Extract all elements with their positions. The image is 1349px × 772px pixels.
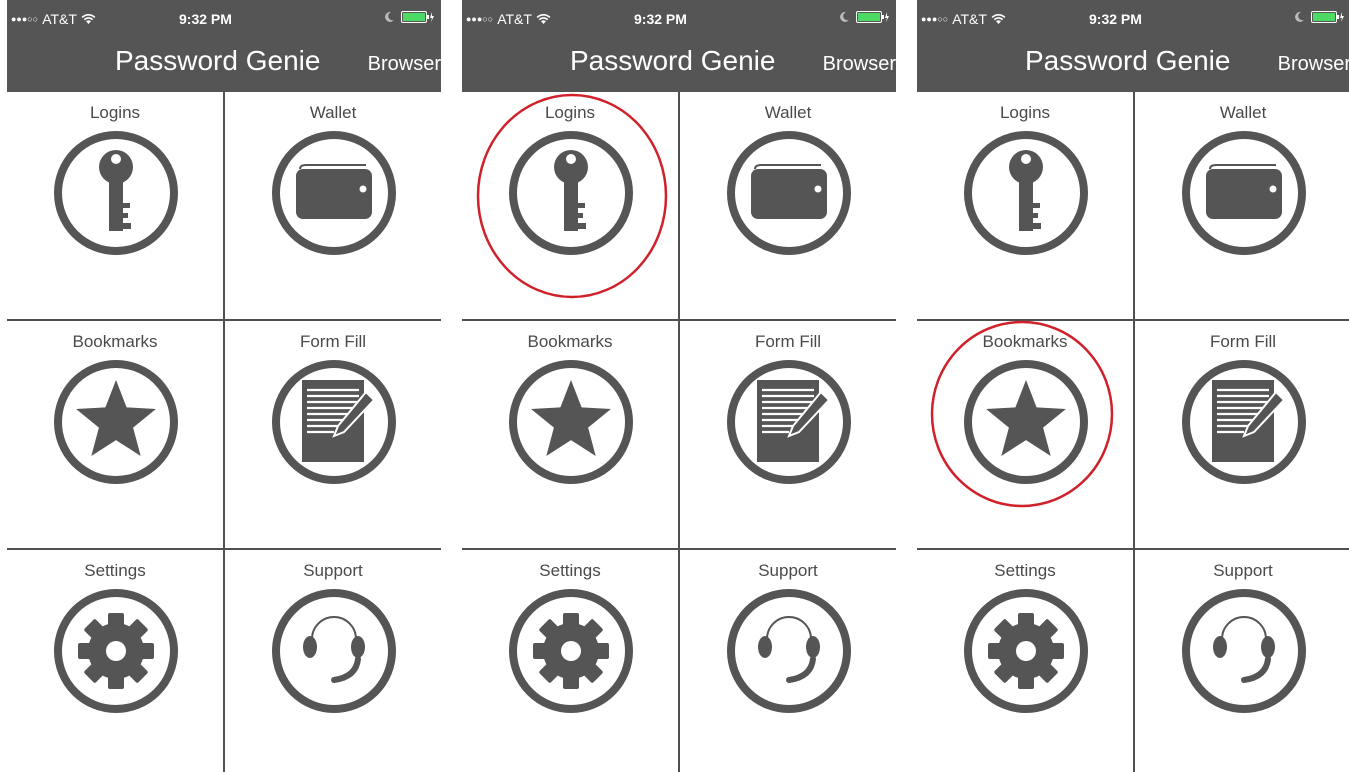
star-icon: [964, 360, 1088, 484]
menu-item-label: Settings: [994, 561, 1056, 580]
menu-item-logins[interactable]: Logins: [462, 92, 678, 319]
grid-divider: [1133, 92, 1135, 772]
key-icon: [54, 131, 178, 255]
wallet-icon: [1182, 131, 1306, 255]
status-time: 9:32 PM: [634, 11, 687, 27]
menu-item-label: Settings: [539, 561, 601, 580]
menu-item-form-fill[interactable]: Form Fill: [225, 321, 441, 548]
star-icon: [54, 360, 178, 484]
gear-icon: [54, 589, 178, 713]
menu-item-label: Wallet: [764, 103, 812, 122]
status-time: 9:32 PM: [1089, 11, 1142, 27]
grid-divider: [7, 319, 441, 321]
app-title: Password Genie: [115, 45, 321, 76]
menu-item-bookmarks[interactable]: Bookmarks: [7, 321, 223, 548]
status-time: 9:32 PM: [179, 11, 232, 27]
carrier-name: AT&T: [952, 11, 987, 27]
menu-item-wallet[interactable]: Wallet: [680, 92, 896, 319]
gear-icon: [964, 589, 1088, 713]
signal-strength-icon: ●●●○○: [466, 14, 494, 24]
form-fill-icon: [1182, 360, 1306, 484]
battery-charging-icon: [856, 11, 889, 23]
nav-bar: ●●●○○ AT&T 9:32 PM Password Genie Browse…: [7, 0, 441, 92]
menu-item-label: Form Fill: [754, 332, 822, 351]
phone-screen-3: ●●●○○ AT&T 9:32 PM Password Genie Browse…: [917, 0, 1349, 772]
menu-item-bookmarks[interactable]: Bookmarks: [462, 321, 678, 548]
menu-item-label: Bookmarks: [527, 332, 613, 351]
headset-icon: [727, 589, 851, 713]
menu-item-label: Logins: [89, 103, 141, 122]
form-fill-icon: [727, 360, 851, 484]
app-title: Password Genie: [1025, 45, 1231, 76]
menu-item-settings[interactable]: Settings: [917, 550, 1133, 772]
moon-icon: [385, 11, 394, 22]
menu-item-label: Settings: [84, 561, 146, 580]
menu-item-logins[interactable]: Logins: [917, 92, 1133, 319]
wifi-icon: [536, 14, 551, 24]
menu-item-label: Support: [758, 561, 818, 580]
nav-bar: ●●●○○ AT&T 9:32 PM Password Genie Browse…: [462, 0, 896, 92]
menu-item-wallet[interactable]: Wallet: [1135, 92, 1349, 319]
wallet-icon: [272, 131, 396, 255]
menu-item-settings[interactable]: Settings: [7, 550, 223, 772]
status-bar: ●●●○○ AT&T 9:32 PM: [7, 0, 441, 40]
moon-icon: [840, 11, 849, 22]
battery-charging-icon: [401, 11, 434, 23]
key-icon: [964, 131, 1088, 255]
signal-strength-icon: ●●●○○: [11, 14, 39, 24]
battery-charging-icon: [1311, 11, 1344, 23]
app-title: Password Genie: [570, 45, 776, 76]
grid-divider: [7, 548, 441, 550]
grid-divider: [462, 548, 896, 550]
star-icon: [509, 360, 633, 484]
wifi-icon: [991, 14, 1006, 24]
status-bar: ●●●○○ AT&T 9:32 PM: [917, 0, 1349, 40]
grid-divider: [223, 92, 225, 772]
phone-screen-2: ●●●○○ AT&T 9:32 PM Password Genie Browse…: [462, 0, 896, 772]
menu-item-logins[interactable]: Logins: [7, 92, 223, 319]
menu-item-settings[interactable]: Settings: [462, 550, 678, 772]
grid-divider: [917, 548, 1349, 550]
grid-divider: [917, 319, 1349, 321]
browser-button[interactable]: Browser: [1278, 53, 1349, 76]
headset-icon: [1182, 589, 1306, 713]
menu-item-label: Form Fill: [299, 332, 367, 351]
menu-item-form-fill[interactable]: Form Fill: [680, 321, 896, 548]
browser-button[interactable]: Browser: [823, 53, 896, 76]
menu-item-wallet[interactable]: Wallet: [225, 92, 441, 319]
menu-item-label: Bookmarks: [982, 332, 1068, 351]
headset-icon: [272, 589, 396, 713]
signal-strength-icon: ●●●○○: [921, 14, 949, 24]
menu-item-bookmarks[interactable]: Bookmarks: [917, 321, 1133, 548]
gear-icon: [509, 589, 633, 713]
key-icon: [509, 131, 633, 255]
grid-divider: [678, 92, 680, 772]
wifi-icon: [81, 14, 96, 24]
status-bar: ●●●○○ AT&T 9:32 PM: [462, 0, 896, 40]
carrier-name: AT&T: [42, 11, 77, 27]
nav-bar: ●●●○○ AT&T 9:32 PM Password Genie Browse…: [917, 0, 1349, 92]
menu-item-label: Logins: [999, 103, 1051, 122]
moon-icon: [1295, 11, 1304, 22]
grid-divider: [462, 319, 896, 321]
menu-item-support[interactable]: Support: [1135, 550, 1349, 772]
carrier-name: AT&T: [497, 11, 532, 27]
menu-item-label: Bookmarks: [72, 332, 158, 351]
menu-item-support[interactable]: Support: [225, 550, 441, 772]
wallet-icon: [727, 131, 851, 255]
menu-item-label: Wallet: [309, 103, 357, 122]
menu-item-label: Support: [1213, 561, 1273, 580]
menu-item-label: Support: [303, 561, 363, 580]
menu-item-label: Form Fill: [1209, 332, 1277, 351]
menu-item-support[interactable]: Support: [680, 550, 896, 772]
browser-button[interactable]: Browser: [368, 53, 441, 76]
menu-item-label: Logins: [544, 103, 596, 122]
form-fill-icon: [272, 360, 396, 484]
menu-item-form-fill[interactable]: Form Fill: [1135, 321, 1349, 548]
phone-screen-1: ●●●○○ AT&T 9:32 PM Password Genie Browse…: [7, 0, 441, 772]
menu-item-label: Wallet: [1219, 103, 1267, 122]
